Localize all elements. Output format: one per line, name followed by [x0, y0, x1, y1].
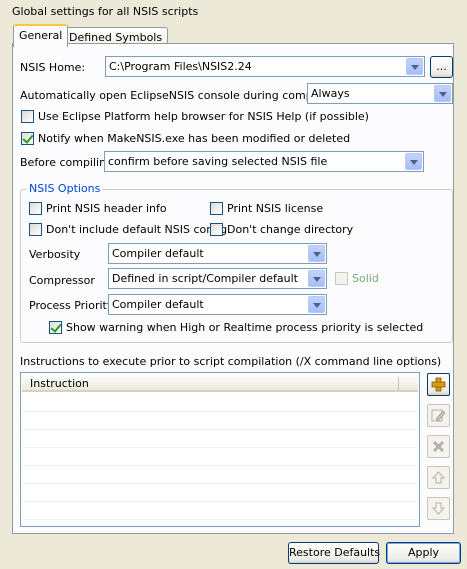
chevron-down-icon[interactable]: [308, 270, 325, 287]
chevron-down-icon[interactable]: [434, 85, 451, 102]
print-license-label: Print NSIS license: [227, 202, 324, 215]
page-title: Global settings for all NSIS scripts: [12, 5, 199, 18]
verbosity-label: Verbosity: [29, 248, 81, 261]
nsis-home-value: C:\Program Files\NSIS2.24: [109, 60, 252, 73]
instructions-label: Instructions to execute prior to script …: [20, 355, 442, 368]
arrow-up-icon: [431, 471, 446, 484]
move-up-button[interactable]: [427, 466, 450, 489]
checkbox-box[interactable]: [29, 202, 42, 215]
move-down-button[interactable]: [427, 497, 450, 520]
table-header: Instruction: [22, 374, 418, 392]
checkbox-box[interactable]: [49, 321, 62, 334]
no-change-dir-label: Don't change directory: [227, 223, 354, 236]
compressor-value: Defined in script/Compiler default: [112, 272, 298, 285]
nsis-home-label: NSIS Home:: [20, 61, 86, 74]
checkbox-box[interactable]: [21, 110, 34, 123]
edit-instruction-button[interactable]: [427, 404, 450, 427]
tab-general[interactable]: General: [13, 24, 69, 47]
row-divider: [22, 519, 418, 520]
row-divider: [22, 465, 418, 466]
eclipse-help-label: Use Eclipse Platform help browser for NS…: [38, 110, 369, 123]
nsis-options-title: NSIS Options: [27, 182, 103, 195]
add-icon: [431, 377, 446, 392]
add-instruction-button[interactable]: [427, 373, 450, 396]
verbosity-combo[interactable]: Compiler default: [108, 243, 327, 264]
nsis-home-combo[interactable]: C:\Program Files\NSIS2.24: [105, 56, 425, 77]
edit-icon: [431, 409, 446, 422]
compressor-label: Compressor: [29, 274, 95, 287]
column-header-instruction[interactable]: Instruction: [30, 377, 89, 390]
no-default-config-label: Don't include default NSIS config: [46, 223, 228, 236]
verbosity-value: Compiler default: [112, 247, 204, 260]
row-divider: [22, 483, 418, 484]
chevron-down-icon[interactable]: [308, 245, 325, 262]
apply-button[interactable]: Apply: [386, 542, 461, 564]
checkbox-box[interactable]: [210, 223, 223, 236]
column-separator[interactable]: [398, 377, 399, 390]
arrow-down-icon: [431, 502, 446, 515]
checkbox-box[interactable]: [29, 223, 42, 236]
console-combo[interactable]: Always: [307, 83, 453, 104]
notify-label: Notify when MakeNSIS.exe has been modifi…: [38, 132, 351, 145]
chevron-down-icon[interactable]: [308, 296, 325, 313]
console-label: Automatically open EclipseNSIS console d…: [20, 89, 351, 102]
row-divider: [22, 447, 418, 448]
checkbox-box[interactable]: [335, 272, 348, 285]
print-header-label: Print NSIS header info: [46, 202, 167, 215]
show-warning-label: Show warning when High or Realtime proce…: [66, 321, 424, 334]
browse-button[interactable]: ...: [430, 56, 453, 78]
chevron-down-icon[interactable]: [405, 153, 422, 170]
chevron-down-icon[interactable]: [406, 58, 423, 75]
priority-combo[interactable]: Compiler default: [108, 294, 327, 315]
checkbox-box[interactable]: [21, 132, 34, 145]
before-compiling-value: confirm before saving selected NSIS file: [108, 155, 328, 168]
instructions-table[interactable]: Instruction: [20, 372, 420, 527]
console-value: Always: [311, 87, 350, 100]
priority-value: Compiler default: [112, 298, 204, 311]
row-divider: [22, 501, 418, 502]
priority-label: Process Priority: [29, 299, 114, 312]
row-divider: [22, 429, 418, 430]
solid-label: Solid: [352, 272, 379, 285]
remove-instruction-button[interactable]: [427, 435, 450, 458]
close-icon: [432, 440, 445, 453]
before-compiling-label: Before compiling: [20, 156, 114, 169]
restore-defaults-button[interactable]: Restore Defaults: [288, 542, 380, 564]
row-divider: [22, 411, 418, 412]
before-compiling-combo[interactable]: confirm before saving selected NSIS file: [104, 151, 424, 172]
checkbox-box[interactable]: [210, 202, 223, 215]
compressor-combo[interactable]: Defined in script/Compiler default: [108, 268, 327, 289]
